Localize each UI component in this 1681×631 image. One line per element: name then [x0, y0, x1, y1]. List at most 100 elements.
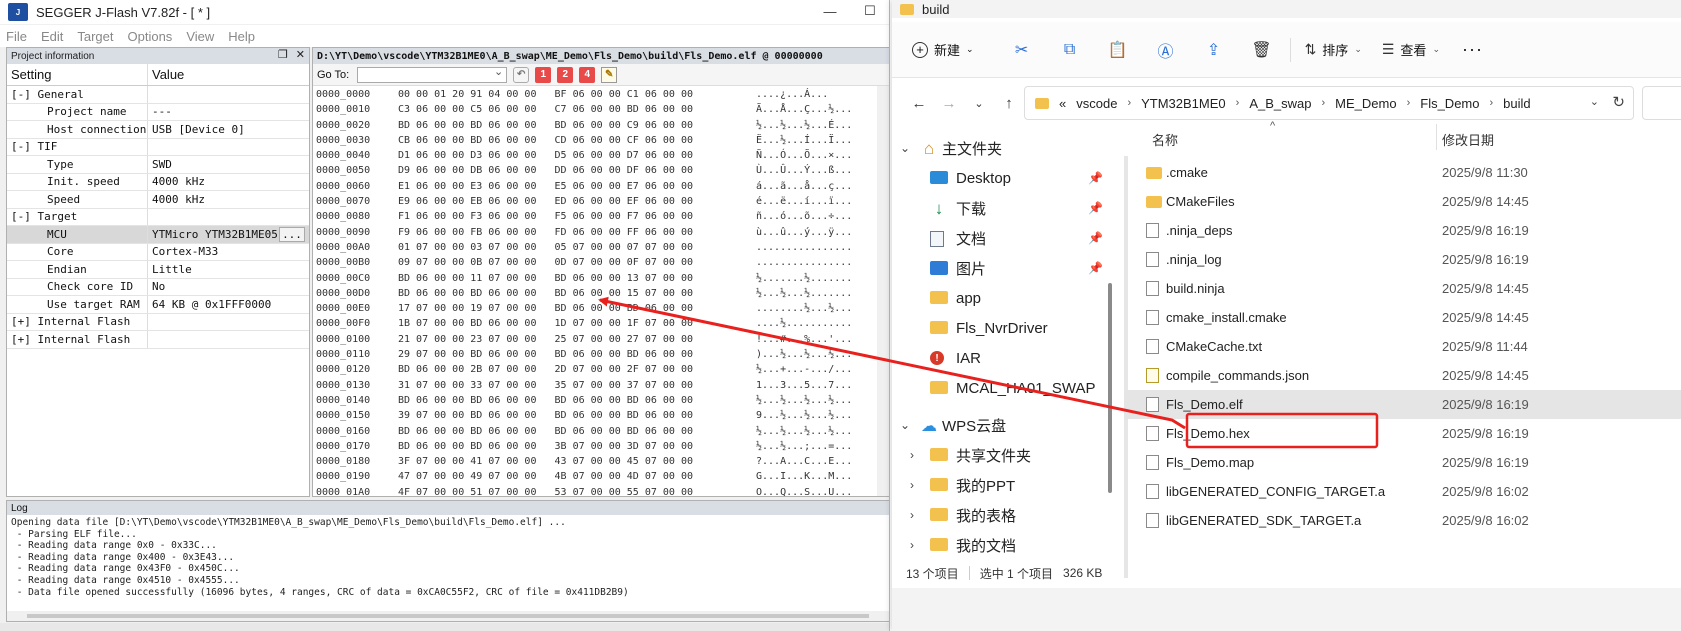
edit-document-icon[interactable]: ✎	[601, 66, 618, 83]
nav-item[interactable]: › 我的表格	[892, 501, 1114, 529]
minimize-icon[interactable]: —	[810, 0, 850, 22]
table-row[interactable]: Host connection USB [Device 0]	[7, 121, 309, 139]
file-row[interactable]: Fls_Demo.hex 2025/9/8 16:19	[1124, 419, 1681, 448]
goto-input[interactable]	[357, 65, 508, 83]
nav-item[interactable]: ⌄ ⌂ 主文件夹	[892, 134, 1114, 162]
table-row[interactable]: Check core ID No	[7, 278, 309, 296]
chevron-right-icon[interactable]: ›	[910, 538, 914, 552]
sort-button[interactable]: ⇅ 排序 ⌄	[1305, 40, 1362, 59]
pin-icon[interactable]: 📌	[1088, 261, 1103, 275]
chevron-down-icon[interactable]: ⌄	[900, 418, 910, 432]
recent-chevron-icon[interactable]: ⌄	[964, 97, 994, 110]
table-row[interactable]: Project name ---	[7, 103, 309, 121]
setting-value[interactable]	[148, 209, 309, 226]
search-input[interactable]	[1642, 86, 1681, 120]
byte-width-1-button[interactable]: 1	[535, 66, 552, 83]
table-row[interactable]: [+] Internal Flash	[7, 313, 309, 331]
byte-width-2-button[interactable]: 2	[557, 66, 574, 83]
setting-value[interactable]: Little	[148, 261, 309, 278]
new-button[interactable]: + 新建 ⌄	[912, 40, 974, 59]
explorer-tab[interactable]: build	[892, 0, 1681, 18]
file-row[interactable]: cmake_install.cmake 2025/9/8 14:45	[1124, 303, 1681, 332]
menu-target[interactable]: Target	[77, 29, 113, 44]
view-button[interactable]: ☰ 查看 ⌄	[1382, 40, 1440, 59]
refresh-icon[interactable]: ↻	[1612, 93, 1625, 111]
setting-value[interactable]: No	[148, 279, 309, 296]
address-dropdown-icon[interactable]: ⌄	[1590, 95, 1599, 108]
breadcrumb-segment[interactable]: YTM32B1ME0	[1141, 96, 1226, 111]
cut-icon[interactable]: ✂	[1010, 38, 1034, 62]
rename-icon[interactable]: Ⓐ	[1154, 38, 1178, 62]
chevron-right-icon[interactable]: ›	[910, 508, 914, 522]
breadcrumb-overflow-icon[interactable]: «	[1059, 96, 1066, 111]
table-row[interactable]: Type SWD	[7, 156, 309, 174]
breadcrumb-segment[interactable]: build	[1503, 96, 1530, 111]
file-row[interactable]: Fls_Demo.elf 2025/9/8 16:19	[1124, 390, 1681, 419]
pin-icon[interactable]: 📌	[1088, 201, 1103, 215]
file-row[interactable]: .ninja_deps 2025/9/8 16:19	[1124, 216, 1681, 245]
setting-value[interactable]: YTMicro YTM32B1ME05...	[148, 226, 309, 243]
mcu-select-button[interactable]: ...	[279, 227, 305, 242]
hex-scrollbar[interactable]	[877, 86, 889, 496]
delete-icon[interactable]: 🗑	[1250, 38, 1274, 62]
table-row[interactable]: [-] General	[7, 86, 309, 104]
file-row[interactable]: build.ninja 2025/9/8 14:45	[1124, 274, 1681, 303]
setting-value[interactable]: ---	[148, 104, 309, 121]
table-row[interactable]: Endian Little	[7, 261, 309, 279]
table-row[interactable]: [+] Internal Flash	[7, 331, 309, 349]
nav-item[interactable]: › 共享文件夹	[892, 441, 1114, 469]
nav-item[interactable]: app	[892, 284, 1114, 312]
hex-dump[interactable]: 0000_0000 00 00 01 20 91 04 00 00 BF 06 0…	[313, 86, 889, 496]
menu-file[interactable]: File	[6, 29, 27, 44]
menu-edit[interactable]: Edit	[41, 29, 63, 44]
chevron-right-icon[interactable]: ›	[910, 478, 914, 492]
setting-value[interactable]	[148, 331, 309, 348]
log-horizontal-scrollbar[interactable]	[7, 611, 889, 621]
byte-width-4-button[interactable]: 4	[579, 66, 596, 83]
file-row[interactable]: .ninja_log 2025/9/8 16:19	[1124, 245, 1681, 274]
table-row[interactable]: [-] TIF	[7, 138, 309, 156]
nav-item[interactable]: › 我的PPT	[892, 471, 1114, 499]
nav-item[interactable]: ⌄ ☁ WPS云盘	[892, 411, 1114, 439]
address-bar[interactable]: « vscode › YTM32B1ME0 › A_B_swap › ME_Demo › Fls_…	[1024, 86, 1634, 120]
nav-item[interactable]: Fls_NvrDriver	[892, 314, 1114, 342]
menu-help[interactable]: Help	[228, 29, 255, 44]
pin-icon[interactable]: 📌	[1088, 171, 1103, 185]
setting-value[interactable]	[148, 139, 309, 156]
table-row[interactable]: Init. speed 4000 kHz	[7, 173, 309, 191]
menu-options[interactable]: Options	[128, 29, 173, 44]
table-row[interactable]: [-] Target	[7, 208, 309, 226]
file-row[interactable]: libGENERATED_SDK_TARGET.a 2025/9/8 16:02	[1124, 506, 1681, 535]
nav-item[interactable]: 图片 📌	[892, 254, 1114, 282]
copy-icon[interactable]: ⧉	[1058, 38, 1082, 62]
goto-back-icon[interactable]: ↶	[513, 66, 530, 83]
restore-pane-icon[interactable]: ❐	[278, 48, 288, 61]
setting-value[interactable]: 64 KB @ 0x1FFF0000	[148, 296, 309, 313]
file-row[interactable]: Fls_Demo.map 2025/9/8 16:19	[1124, 448, 1681, 477]
share-icon[interactable]: ⇪	[1202, 38, 1226, 62]
chevron-right-icon[interactable]: ›	[910, 448, 914, 462]
paste-icon[interactable]: 📋	[1106, 38, 1130, 62]
breadcrumb-segment[interactable]: Fls_Demo	[1420, 96, 1479, 111]
nav-item[interactable]: ↓ 下载 📌	[892, 194, 1114, 222]
table-row[interactable]: MCU YTMicro YTM32B1ME05...	[7, 226, 309, 244]
more-options-button[interactable]: ···	[1462, 39, 1483, 60]
setting-value[interactable]: Cortex-M33	[148, 244, 309, 261]
back-arrow-icon[interactable]: ←	[904, 95, 934, 112]
setting-value[interactable]: USB [Device 0]	[148, 121, 309, 138]
setting-value[interactable]: 4000 kHz	[148, 191, 309, 208]
file-row[interactable]: CMakeFiles 2025/9/8 14:45	[1124, 187, 1681, 216]
pin-icon[interactable]: 📌	[1088, 231, 1103, 245]
file-row[interactable]: CMakeCache.txt 2025/9/8 11:44	[1124, 332, 1681, 361]
nav-item[interactable]: › 我的文档	[892, 531, 1114, 559]
menu-view[interactable]: View	[186, 29, 214, 44]
setting-value[interactable]: 4000 kHz	[148, 174, 309, 191]
up-arrow-icon[interactable]: ↑	[994, 95, 1024, 112]
column-header-date-modified[interactable]: 修改日期	[1442, 130, 1494, 149]
nav-item[interactable]: ! IAR	[892, 344, 1114, 372]
close-pane-icon[interactable]: ✕	[296, 48, 305, 61]
file-row[interactable]: compile_commands.json 2025/9/8 14:45	[1124, 361, 1681, 390]
table-row[interactable]: Core Cortex-M33	[7, 243, 309, 261]
column-header-value[interactable]: Value	[148, 64, 309, 85]
breadcrumb-segment[interactable]: A_B_swap	[1249, 96, 1311, 111]
